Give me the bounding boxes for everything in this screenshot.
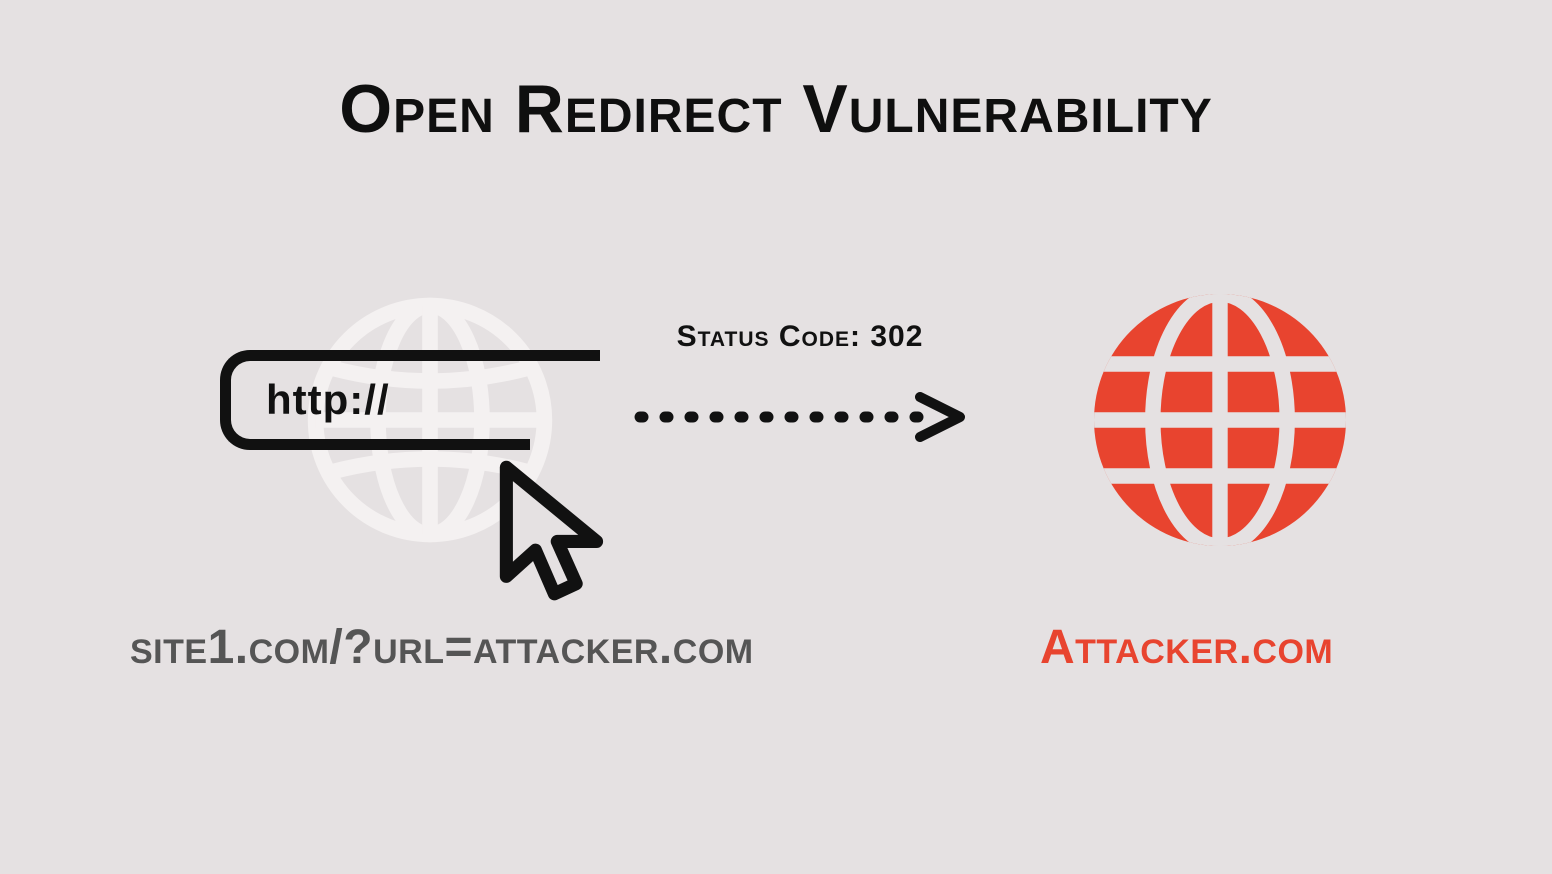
source-group: http:// bbox=[230, 290, 630, 550]
protocol-text: http:// bbox=[266, 376, 390, 424]
redirect-arrow-group: Status Code: 302 bbox=[620, 320, 980, 442]
target-url-caption: Attacker.com bbox=[1040, 620, 1333, 675]
url-bar: http:// bbox=[220, 350, 600, 450]
source-url-caption: site1.com/?url=attacker.com bbox=[130, 620, 754, 675]
globe-red-icon bbox=[1080, 280, 1360, 560]
target-group bbox=[1080, 280, 1360, 565]
dashed-arrow-icon bbox=[630, 392, 970, 442]
status-code-label: Status Code: 302 bbox=[620, 320, 980, 354]
cursor-icon bbox=[475, 460, 625, 620]
diagram-title: Open Redirect Vulnerability bbox=[0, 70, 1552, 148]
